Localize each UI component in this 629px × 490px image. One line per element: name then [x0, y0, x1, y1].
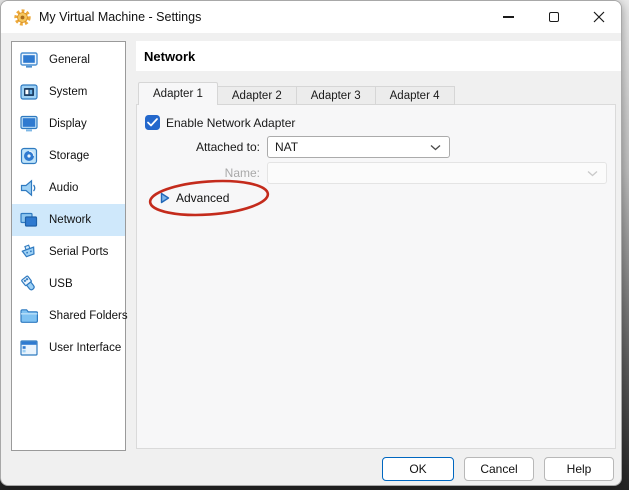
sidebar-item-label: User Interface — [49, 342, 122, 354]
sidebar-item-storage[interactable]: Storage — [12, 140, 125, 172]
settings-window: My Virtual Machine - Settings General Sy… — [0, 0, 622, 486]
advanced-label: Advanced — [176, 191, 230, 205]
network-icon — [20, 212, 38, 227]
sidebar-item-display[interactable]: Display — [12, 108, 125, 140]
tab-adapter-3[interactable]: Adapter 3 — [295, 86, 376, 105]
tab-adapter-1[interactable]: Adapter 1 — [138, 82, 218, 105]
advanced-expander[interactable]: Advanced — [160, 191, 229, 205]
storage-icon — [20, 147, 38, 165]
minimize-icon — [503, 16, 514, 18]
adapter-tabbar: Adapter 1 Adapter 2 Adapter 3 Adapter 4 — [138, 82, 455, 105]
attached-to-value: NAT — [275, 140, 299, 154]
sidebar-item-system[interactable]: System — [12, 76, 125, 108]
close-icon — [593, 11, 604, 23]
enable-network-adapter-label: Enable Network Adapter — [166, 116, 296, 130]
name-dropdown — [267, 162, 607, 184]
page-title: Network — [144, 48, 196, 64]
sidebar-item-audio[interactable]: Audio — [12, 172, 125, 204]
minimize-button[interactable] — [486, 1, 531, 33]
chevron-down-icon — [430, 144, 441, 151]
chevron-down-icon — [587, 170, 598, 177]
sidebar-item-label: Serial Ports — [49, 246, 109, 258]
sidebar-item-label: Network — [49, 214, 92, 226]
sidebar-item-general[interactable]: General — [12, 44, 125, 76]
sidebar-item-label: Audio — [49, 182, 79, 194]
tab-adapter-4[interactable]: Adapter 4 — [374, 86, 455, 105]
sidebar-item-shared-folders[interactable]: Shared Folders — [12, 300, 128, 332]
dialog-footer: OK Cancel Help — [382, 457, 614, 481]
tab-adapter-2[interactable]: Adapter 2 — [216, 86, 297, 105]
usb-icon — [21, 275, 35, 291]
user-interface-icon — [20, 340, 38, 356]
gear-icon — [14, 8, 31, 26]
name-label: Name: — [224, 166, 260, 180]
sidebar-item-network[interactable]: Network — [12, 204, 125, 236]
close-button[interactable] — [576, 1, 621, 33]
help-button[interactable]: Help — [544, 457, 614, 481]
window-title: My Virtual Machine - Settings — [39, 10, 202, 24]
serial-ports-icon — [21, 244, 35, 258]
cancel-button[interactable]: Cancel — [464, 457, 534, 481]
system-icon — [20, 84, 38, 100]
ok-button[interactable]: OK — [382, 457, 454, 481]
sidebar-item-label: System — [49, 86, 88, 98]
adapter-panel: Enable Network Adapter Attached to: NAT … — [136, 104, 616, 449]
attached-to-dropdown[interactable]: NAT — [267, 136, 450, 158]
sidebar-item-label: USB — [49, 278, 73, 290]
sidebar-item-label: Shared Folders — [49, 310, 128, 322]
page-header: Network — [136, 41, 621, 71]
enable-network-adapter-checkbox[interactable] — [145, 115, 160, 130]
audio-icon — [20, 179, 36, 197]
settings-sidebar: General System Display Storage Audio Net… — [11, 41, 128, 451]
sidebar-item-user-interface[interactable]: User Interface — [12, 332, 125, 364]
expander-arrow-icon — [160, 192, 170, 204]
shared-folders-icon — [20, 309, 38, 323]
sidebar-item-usb[interactable]: USB — [12, 268, 125, 300]
sidebar-item-label: Display — [49, 118, 87, 130]
sidebar-item-label: Storage — [49, 150, 90, 162]
general-icon — [20, 52, 38, 68]
display-icon — [20, 115, 38, 132]
titlebar: My Virtual Machine - Settings — [1, 1, 621, 33]
maximize-button[interactable] — [531, 1, 576, 33]
sidebar-item-label: General — [49, 54, 90, 66]
maximize-icon — [548, 12, 559, 22]
attached-to-label: Attached to: — [195, 140, 260, 154]
window-controls — [486, 1, 621, 33]
checkmark-icon — [147, 118, 158, 127]
sidebar-item-serial-ports[interactable]: Serial Ports — [12, 236, 125, 268]
